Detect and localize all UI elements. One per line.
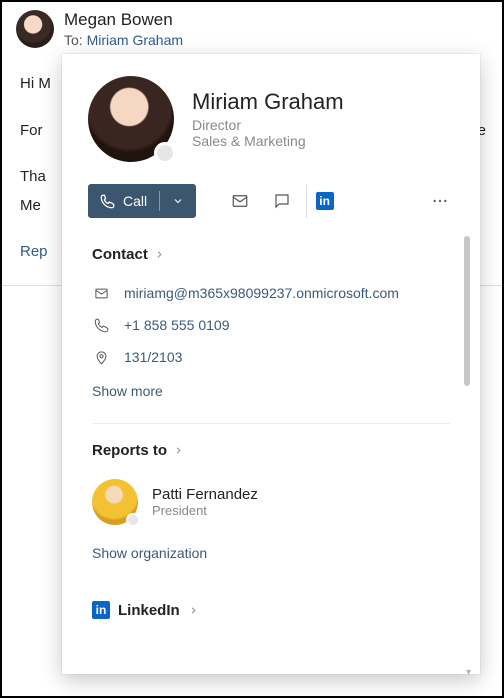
action-bar: Call in [62,162,480,236]
body-line: For [20,117,43,146]
email-to-name[interactable]: Miriam Graham [87,32,183,48]
presence-indicator [154,142,176,164]
phone-icon [94,318,109,333]
contact-heading: Contact [92,246,148,263]
sender-avatar[interactable] [16,10,54,48]
card-scroll-area[interactable]: ▴ Contact miriamg@m365x98099237.onmicros… [62,236,480,676]
email-button[interactable] [222,184,258,218]
manager-name: Patti Fernandez [152,486,258,503]
contact-location-row[interactable]: 131/2103 [92,341,450,373]
location-icon [94,350,109,365]
scroll-down-arrow[interactable]: ▾ [466,667,471,676]
mail-icon [231,192,249,210]
linkedin-icon: in [316,192,334,210]
profile-avatar[interactable] [88,76,174,162]
call-button[interactable]: Call [88,184,196,218]
linkedin-label: LinkedIn [118,602,180,619]
reports-to-heading: Reports to [92,442,167,459]
chevron-right-icon [188,605,199,616]
email-to-line: To: Miriam Graham [64,32,183,48]
chevron-down-icon [172,195,184,207]
linkedin-button[interactable]: in [306,184,342,218]
manager-row[interactable]: Patti Fernandez President [92,473,450,535]
call-label: Call [123,193,147,209]
reports-to-section-header[interactable]: Reports to [92,442,450,459]
chevron-right-icon [173,445,184,456]
manager-title: President [152,503,258,518]
profile-card: Miriam Graham Director Sales & Marketing… [62,54,480,674]
chat-icon [273,192,291,210]
linkedin-section-header[interactable]: in LinkedIn [92,601,450,619]
profile-department: Sales & Marketing [192,133,344,149]
profile-name: Miriam Graham [192,89,344,115]
chat-button[interactable] [264,184,300,218]
chevron-right-icon [154,249,165,260]
contact-phone-row[interactable]: +1 858 555 0109 [92,309,450,341]
show-more-link[interactable]: Show more [92,373,450,405]
presence-indicator [126,513,140,527]
scrollbar[interactable] [464,236,470,386]
show-organization-link[interactable]: Show organization [92,535,450,567]
contact-email-row[interactable]: miriamg@m365x98099237.onmicrosoft.com [92,277,450,309]
contact-email: miriamg@m365x98099237.onmicrosoft.com [124,285,399,301]
call-dropdown[interactable] [160,184,196,218]
email-from[interactable]: Megan Bowen [64,10,183,30]
contact-phone: +1 858 555 0109 [124,317,230,333]
phone-icon [100,194,115,209]
contact-section-header[interactable]: Contact [92,246,450,263]
to-label: To: [64,32,83,48]
manager-avatar [92,479,138,525]
ellipsis-icon [431,192,449,210]
more-button[interactable] [422,184,458,218]
profile-title: Director [192,117,344,133]
mail-icon [94,286,109,301]
linkedin-icon: in [92,601,110,619]
contact-location: 131/2103 [124,349,182,365]
